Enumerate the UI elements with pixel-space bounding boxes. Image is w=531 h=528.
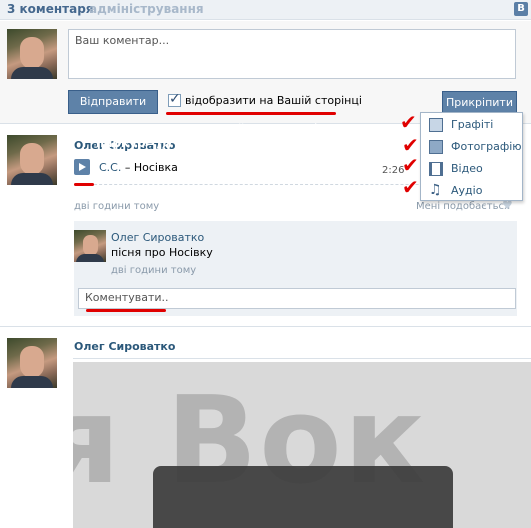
admin-tab[interactable]: адміністрування: [89, 2, 204, 16]
avatar[interactable]: [7, 29, 57, 79]
comments-header: 3 коментаря адміністрування B: [0, 0, 531, 20]
audio-track-title[interactable]: С.С. – Носівка: [99, 161, 178, 174]
divider: [73, 358, 531, 359]
video-title[interactable]: г. Носовка Школьний паркур=))) Bokin & P…: [96, 122, 276, 150]
graffiti-icon: [429, 118, 443, 132]
annotation-check-icon: ✔: [400, 110, 417, 134]
annotation-check-icon: ✔: [402, 133, 419, 157]
comment-field[interactable]: Коментувати..: [78, 288, 516, 309]
show-on-page-checkbox[interactable]: [168, 91, 181, 107]
audio-icon: ♫: [429, 182, 442, 198]
menu-item-video[interactable]: Відео: [421, 158, 522, 180]
comment-input[interactable]: Ваш коментар...: [68, 29, 516, 79]
annotation-underline: [166, 112, 336, 115]
menu-item-label: Фотографію: [451, 140, 522, 153]
divider: [0, 326, 531, 327]
post-author[interactable]: Олег Сироватко: [74, 340, 175, 353]
compose-area: Ваш коментар... Відправити відобразити н…: [0, 21, 531, 124]
vk-logo-icon: B: [514, 2, 528, 16]
comments-count-tab[interactable]: 3 коментаря: [7, 2, 94, 16]
menu-item-label: Графіті: [451, 118, 494, 131]
photo-icon: [429, 140, 443, 154]
menu-item-audio[interactable]: ♫ Аудіо: [421, 180, 522, 202]
attach-menu: Графіті Фотографію Відео ♫ Аудіо: [420, 112, 523, 201]
annotation-check-icon: ✔: [402, 153, 419, 177]
track-dash: –: [121, 161, 134, 174]
avatar[interactable]: [7, 135, 57, 185]
track-artist[interactable]: С.С.: [99, 161, 121, 174]
menu-item-label: Аудіо: [451, 184, 483, 197]
reply-author[interactable]: Олег Сироватко: [111, 231, 204, 244]
avatar[interactable]: [74, 230, 106, 262]
annotation-underline: [74, 183, 94, 186]
reply-time[interactable]: дві години тому: [111, 265, 196, 276]
like-button[interactable]: Мені подобається: [416, 201, 510, 212]
play-icon[interactable]: [315, 123, 363, 171]
send-button[interactable]: Відправити: [68, 90, 158, 114]
play-icon[interactable]: [74, 159, 90, 175]
video-overlay: [153, 466, 453, 528]
annotation-underline: [86, 309, 166, 312]
post-time[interactable]: дві години тому: [74, 201, 159, 212]
track-name: Носівка: [133, 161, 178, 174]
menu-item-photo[interactable]: Фотографію: [421, 136, 522, 158]
reply-text: пісня про Носівку: [111, 246, 213, 259]
annotation-check-icon: ✔: [402, 175, 419, 199]
menu-item-label: Відео: [451, 162, 483, 175]
menu-item-graffiti[interactable]: Графіті: [421, 114, 522, 136]
show-on-page-label: відобразити на Вашій сторінці: [185, 94, 362, 107]
video-icon: [429, 162, 443, 176]
avatar[interactable]: [7, 338, 57, 388]
video-player[interactable]: я Вок: [73, 362, 531, 528]
